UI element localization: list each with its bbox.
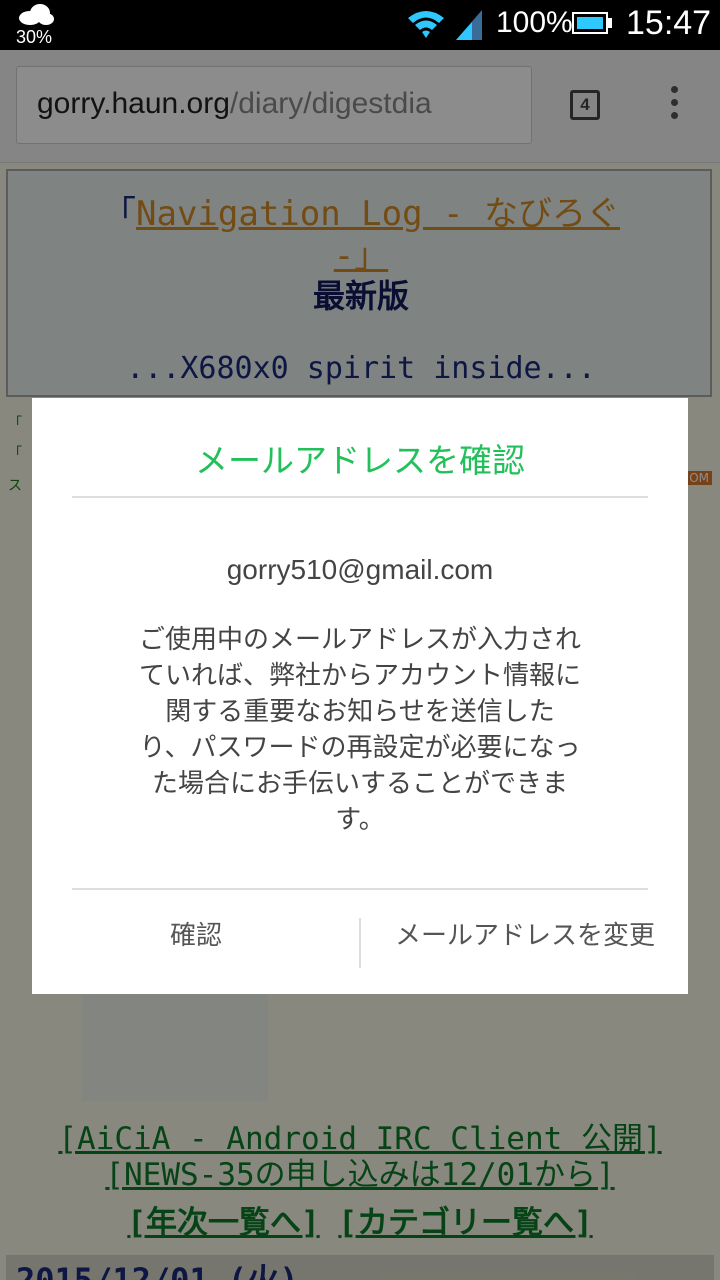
weather-percentage: 30%: [16, 27, 53, 47]
dialog-message: ご使用中のメールアドレスが入力され ていれば、弊社からアカウント情報に 関する重…: [102, 622, 618, 838]
dialog-divider-bottom: [72, 888, 648, 890]
dialog-message-line: ご使用中のメールアドレスが入力され: [138, 625, 581, 655]
clock: 15:47: [626, 4, 712, 42]
battery-tip: [608, 18, 612, 28]
change-email-button[interactable]: メールアドレスを変更: [362, 906, 688, 966]
confirm-button[interactable]: 確認: [32, 906, 360, 966]
dialog-message-line: 関する重要なお知らせを送信した: [165, 697, 555, 727]
dialog-message-line: す。: [335, 805, 385, 835]
dialog-email: gorry510@gmail.com: [226, 554, 494, 585]
battery-percentage: 100%: [496, 6, 573, 39]
status-bar: 30% 100% 15:47: [0, 0, 720, 50]
confirm-email-dialog: メールアドレスを確認 gorry510@gmail.com ご使用中のメールアド…: [32, 398, 688, 994]
dialog-message-line: り、パスワードの再設定が必要になっ: [139, 733, 581, 763]
button-separator: [359, 918, 361, 968]
signal-icon: [456, 10, 482, 40]
dialog-title: メールアドレスを確認: [195, 441, 525, 480]
dialog-divider-top: [72, 496, 648, 498]
dialog-message-line: た場合にお手伝いすることができま: [151, 769, 568, 799]
wifi-icon: [408, 11, 444, 38]
dialog-message-line: ていれば、弊社からアカウント情報に: [138, 661, 581, 691]
cloud-icon: [19, 4, 54, 25]
battery-icon: [572, 12, 608, 34]
